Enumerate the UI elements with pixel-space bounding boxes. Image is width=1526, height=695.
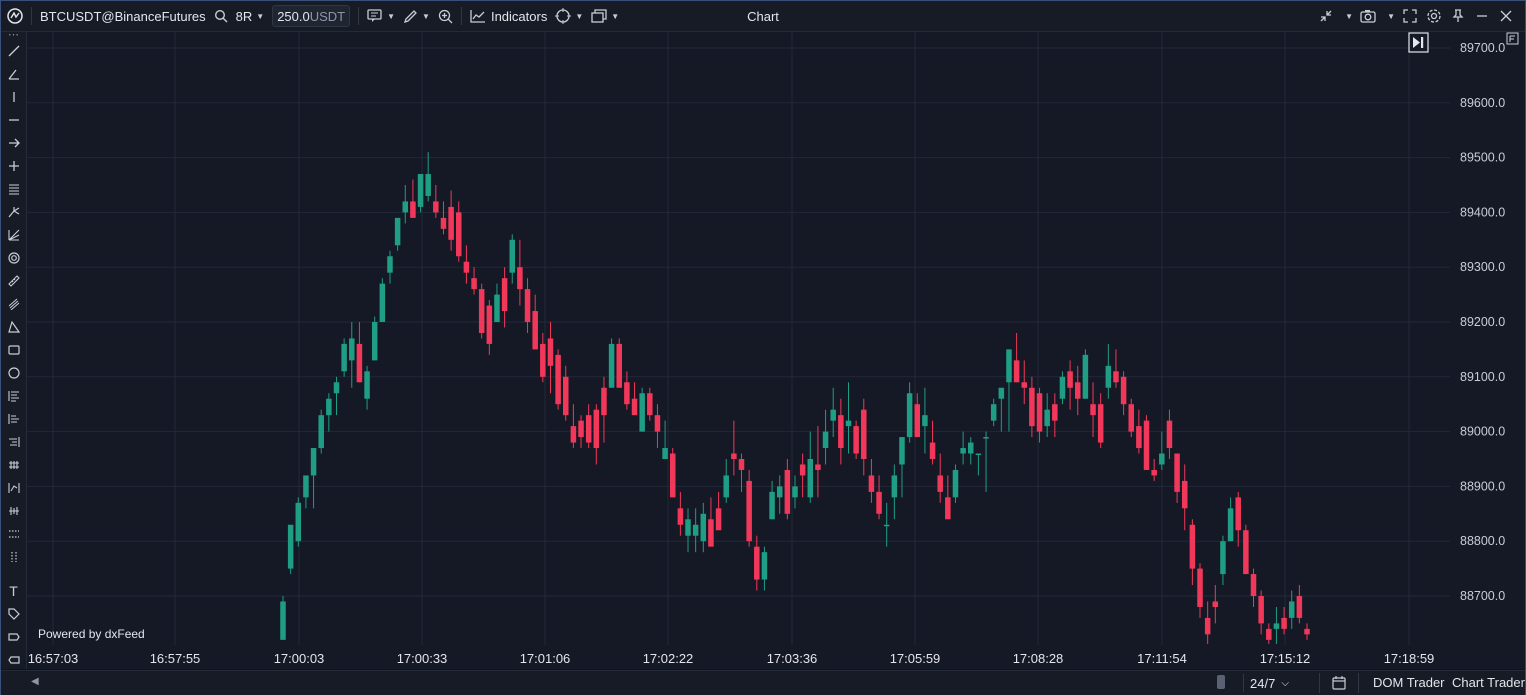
candle-down: [616, 338, 622, 388]
candle-up: [287, 524, 294, 575]
scroll-to-latest-button[interactable]: [1408, 32, 1429, 53]
time-tick-label: 16:57:55: [150, 651, 201, 666]
candle-up: [1082, 349, 1089, 399]
angle-tool-icon[interactable]: [4, 64, 23, 83]
label-tag-icon[interactable]: [4, 604, 23, 623]
candle-up: [952, 464, 959, 503]
toolbar-grip-icon[interactable]: ⋯: [4, 29, 23, 41]
data-feed-credit: Powered by dxFeed: [38, 627, 145, 641]
candle-down: [1143, 415, 1150, 470]
price-label-icon[interactable]: [4, 650, 23, 669]
price-chart[interactable]: 89700.0 89600.0 89500.0 89400.0 89300.0 89200…: [0, 0, 1526, 695]
time-tick-label: 16:57:03: [28, 651, 79, 666]
spiral-tool-icon[interactable]: [4, 248, 23, 267]
candle-up: [371, 316, 378, 361]
candle-up: [341, 338, 347, 377]
candle-down: [555, 349, 561, 410]
session-selector[interactable]: 24/7 ⌵: [1243, 674, 1295, 692]
horizontal-scrollbar-thumb[interactable]: [1217, 675, 1225, 689]
price-tick-label: 89100.0: [1460, 370, 1505, 384]
pitchfork-icon[interactable]: [4, 202, 23, 221]
chevron-down-icon: ⌵: [1281, 677, 1289, 689]
volume-profile-icon[interactable]: [4, 432, 23, 451]
time-tick-label: 17:18:59: [1384, 651, 1435, 666]
time-tick-label: 17:00:33: [397, 651, 448, 666]
candle-down: [478, 283, 485, 339]
forecast-icon[interactable]: [4, 501, 23, 520]
price-tick-label: 89300.0: [1460, 260, 1505, 274]
dom-trader-button[interactable]: DOM Trader: [1373, 675, 1445, 690]
time-tick-label: 17:00:03: [274, 651, 325, 666]
dotted-range-icon[interactable]: [4, 524, 23, 543]
candle-down: [669, 448, 676, 498]
price-tick-label: 88900.0: [1460, 479, 1505, 493]
time-tick-label: 17:05:59: [890, 651, 941, 666]
ruler-icon[interactable]: [4, 271, 23, 290]
candle-up: [639, 387, 645, 432]
time-tick-label: 17:01:06: [520, 651, 571, 666]
price-tick-label: 88700.0: [1460, 589, 1505, 603]
session-label: 24/7: [1250, 675, 1276, 691]
price-tick-label: 89600.0: [1460, 96, 1505, 110]
parallel-lines-icon[interactable]: [4, 179, 23, 198]
time-tick-label: 17:08:28: [1013, 651, 1064, 666]
price-tick-label: 88800.0: [1460, 534, 1505, 548]
date-range-icon[interactable]: [4, 409, 23, 428]
candle-down: [1128, 398, 1134, 438]
candle-up: [318, 409, 324, 454]
arrow-tool-icon[interactable]: [4, 133, 23, 152]
fibonacci-icon[interactable]: [4, 294, 23, 313]
scroll-left-icon[interactable]: ◀: [31, 676, 39, 687]
horizontal-line-icon[interactable]: [4, 110, 23, 129]
candle-down: [746, 469, 752, 547]
time-tick-label: 17:02:22: [643, 651, 694, 666]
candle-up: [379, 278, 386, 322]
projection-icon[interactable]: [4, 478, 23, 497]
dotted-vertical-icon[interactable]: [4, 547, 23, 566]
price-axis[interactable]: 89700.0 89600.0 89500.0 89400.0 89300.0 89200…: [1450, 32, 1525, 645]
candle-up: [295, 497, 302, 547]
candle-down: [853, 420, 859, 459]
callout-icon[interactable]: [4, 627, 23, 646]
time-tick-label: 17:03:36: [767, 651, 818, 666]
price-tick-label: 89500.0: [1460, 151, 1505, 165]
candle-up: [417, 174, 424, 213]
rectangle-tool-icon[interactable]: [4, 340, 23, 359]
candle-up: [280, 596, 286, 640]
fan-tool-icon[interactable]: [4, 225, 23, 244]
chart-trader-button[interactable]: Chart Trader: [1452, 675, 1525, 690]
price-tick-label: 89000.0: [1460, 425, 1505, 439]
time-axis[interactable]: 16:57:03 16:57:55 17:00:03 17:00:33 17:01:06…: [27, 645, 1525, 669]
calendar-icon[interactable]: [1319, 673, 1359, 693]
crosshair-tool-icon[interactable]: [4, 156, 23, 175]
bottom-bar: ◀ 24/7 ⌵ DOM Trader Chart Trader: [1, 670, 1525, 695]
price-range-icon[interactable]: [4, 386, 23, 405]
end-bar-icon: [1421, 37, 1424, 48]
price-tick-label: 89200.0: [1460, 315, 1505, 329]
long-position-icon[interactable]: [4, 455, 23, 474]
candle-down: [1243, 524, 1249, 575]
line-tool-icon[interactable]: [4, 41, 23, 60]
text-tool-icon[interactable]: T: [4, 581, 23, 600]
ellipse-tool-icon[interactable]: [4, 363, 23, 382]
drawing-toolbar: ⋯ T: [1, 29, 27, 669]
chart-background: [27, 32, 1525, 669]
triangle-tool-icon[interactable]: [4, 317, 23, 336]
price-tick-label: 89400.0: [1460, 205, 1505, 219]
time-tick-label: 17:11:54: [1137, 651, 1187, 666]
candle-up: [608, 338, 615, 388]
vertical-line-icon[interactable]: [4, 87, 23, 106]
price-tick-label: 89700.0: [1460, 41, 1505, 55]
time-tick-label: 17:15:12: [1260, 651, 1311, 666]
